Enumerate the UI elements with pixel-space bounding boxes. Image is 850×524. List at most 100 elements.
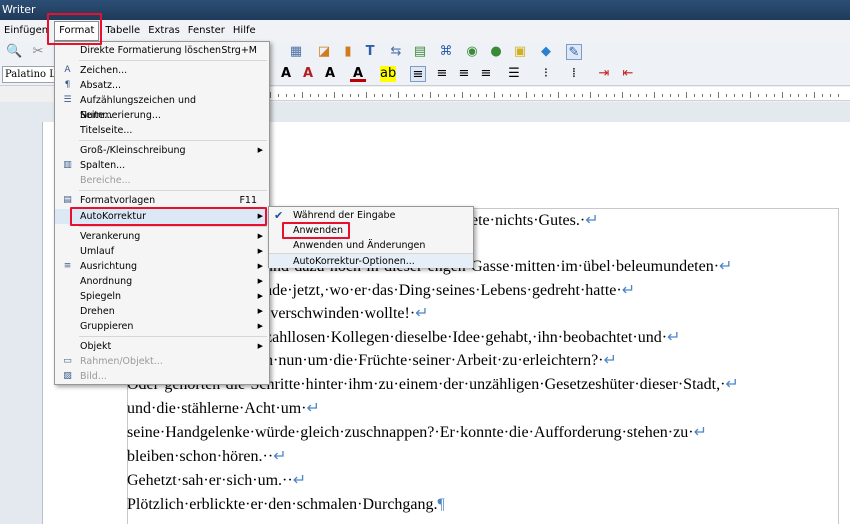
menu-item-label: Umlauf <box>80 246 115 257</box>
ruler-tick <box>510 94 511 97</box>
ruler-tick <box>654 92 655 98</box>
line-break-mark: ↵ <box>719 258 733 275</box>
ruler-tick <box>702 94 703 97</box>
ruler-tick <box>782 92 783 98</box>
format-menu-item[interactable]: A Zeichen... <box>55 63 269 78</box>
highlight-icon[interactable]: ab <box>380 66 396 82</box>
bullet-list-icon[interactable]: ⁝ <box>538 66 554 82</box>
document-line[interactable]: Plötzlich·erblickte·er·den·schmalen·Durc… <box>127 494 445 516</box>
menu-einfuegen[interactable]: Einfügen <box>0 20 52 42</box>
format-menu-item[interactable]: Groß-/Kleinschreibung ▶ <box>55 143 269 158</box>
format-menu-item[interactable]: Gruppieren ▶ <box>55 319 269 334</box>
format-menu-item[interactable]: Direkte Formatierung löschen Strg+M <box>55 43 269 58</box>
grow-font-icon[interactable]: A <box>278 66 294 82</box>
ruler-tick <box>678 94 679 97</box>
submenu-item-label: Während der Eingabe <box>293 210 396 221</box>
format-menu-item[interactable]: ¶ Absatz... <box>55 78 269 93</box>
line-spacing-icon[interactable]: ☰ <box>506 66 522 82</box>
format-menu-item[interactable]: Seite... <box>55 108 269 123</box>
autokorrektur-item[interactable]: ✔ Während der Eingabe <box>269 208 473 223</box>
format-menu-item[interactable]: Spiegeln ▶ <box>55 289 269 304</box>
chart-icon[interactable]: ▮ <box>340 44 356 60</box>
format-menu-item[interactable]: ▭ Rahmen/Objekt... <box>55 354 269 369</box>
ruler-tick <box>694 94 695 97</box>
document-line[interactable]: seine·Handgelenke·würde·gleich·zuschnapp… <box>127 422 707 444</box>
font-name-box[interactable]: Palatino Lin <box>2 66 56 83</box>
format-menu-item[interactable]: ▤ Formatvorlagen F11 <box>55 193 269 208</box>
autokorrektur-item[interactable]: AutoKorrektur-Optionen... <box>269 253 473 268</box>
format-menu-item[interactable]: Anordnung ▶ <box>55 274 269 289</box>
decrease-indent-icon[interactable]: ⇤ <box>620 66 636 82</box>
ruler-tick <box>822 94 823 97</box>
align-left-icon[interactable]: ≡ <box>410 66 426 82</box>
menu-extras[interactable]: Extras <box>144 20 184 42</box>
font-color-icon[interactable]: A <box>350 66 366 82</box>
find-icon[interactable]: 🔍 <box>6 44 22 60</box>
autokorrektur-item[interactable]: Anwenden und Änderungen bearbeiten <box>269 238 473 266</box>
document-line[interactable]: ete·nichts·Gutes.·↵ <box>471 210 599 232</box>
submenu-arrow-icon: ▶ <box>257 322 263 330</box>
ruler-tick <box>718 92 719 98</box>
menu-format[interactable]: Format <box>54 21 100 41</box>
document-line[interactable]: und·die·stählerne·Acht·um·↵ <box>127 398 320 420</box>
format-menu-item[interactable]: Titelseite... <box>55 123 269 138</box>
numbered-list-icon[interactable]: ⁞ <box>566 66 582 82</box>
submenu-item-label: Anwenden <box>293 225 344 236</box>
text-frame-icon[interactable]: T <box>362 44 378 60</box>
menu-separator <box>79 60 267 61</box>
menu-item-label: Spalten... <box>80 160 126 171</box>
navigator-icon[interactable]: ⌘ <box>438 44 454 60</box>
ruler-tick <box>358 94 359 97</box>
format-menu-item[interactable]: Drehen ▶ <box>55 304 269 319</box>
document-line[interactable]: zahllosen·Kollegen·dieselbe·Idee·gehabt,… <box>265 327 680 349</box>
field-icon[interactable]: ⇆ <box>388 44 404 60</box>
shrink-font-icon[interactable]: A <box>300 66 316 82</box>
table-icon[interactable]: ▦ <box>288 44 304 60</box>
submenu-arrow-icon: ▶ <box>257 232 263 240</box>
menu-item-shortcut: F11 <box>239 195 257 206</box>
ruler-tick <box>742 94 743 97</box>
format-menu-item[interactable]: ☰ Aufzählungszeichen und Nummerierung... <box>55 93 269 121</box>
menu-hilfe[interactable]: Hilfe <box>229 20 260 42</box>
autokorrektur-submenu: ✔ Während der Eingabe Anwenden Anwenden und… <box>268 206 474 268</box>
justify-icon[interactable]: ≡ <box>478 66 494 82</box>
menu-fenster[interactable]: Fenster <box>184 20 229 42</box>
paragraph-icon: ¶ <box>64 80 71 90</box>
menu-separator <box>79 140 267 141</box>
document-line[interactable]: ·verschwinden·wollte!·↵ <box>265 303 429 325</box>
document-line[interactable]: Gehetzt·sah·er·sich·um.··↵ <box>127 470 306 492</box>
format-menu-item[interactable]: ≡ Ausrichtung ▶ <box>55 259 269 274</box>
autokorrektur-item[interactable]: Anwenden <box>269 223 473 238</box>
image-icon[interactable]: ◪ <box>316 44 332 60</box>
increase-indent-icon[interactable]: ⇥ <box>596 66 612 82</box>
hyperlink-icon[interactable]: ◉ <box>464 44 480 60</box>
menu-tabelle[interactable]: Tabelle <box>101 20 144 42</box>
gallery-icon[interactable]: ● <box>488 44 504 60</box>
ruler-tick <box>414 94 415 97</box>
shapes-icon[interactable]: ◆ <box>538 44 554 60</box>
cut-icon[interactable]: ✂ <box>30 44 46 60</box>
format-menu-item[interactable]: ▥ Spalten... <box>55 158 269 173</box>
document-line[interactable]: bleiben·schon·hören.··↵ <box>127 446 287 468</box>
ruler-tick <box>438 94 439 97</box>
ruler-tick <box>446 94 447 97</box>
submenu-arrow-icon: ▶ <box>257 342 263 350</box>
draw-icon[interactable]: ✎ <box>566 44 582 60</box>
align-center-icon[interactable]: ≡ <box>434 66 450 82</box>
align-right-icon[interactable]: ≡ <box>456 66 472 82</box>
format-menu-item[interactable]: Umlauf ▶ <box>55 244 269 259</box>
ruler-tick <box>486 94 487 97</box>
shadow-icon[interactable]: A <box>322 66 338 82</box>
ruler-tick <box>462 92 463 98</box>
document-line[interactable]: n·nun·um·die·Früchte·seiner·Arbeit·zu·er… <box>265 350 617 372</box>
format-menu-item[interactable]: ▨ Bild... <box>55 369 269 384</box>
special-char-icon[interactable]: ▤ <box>412 44 428 60</box>
format-menu-item[interactable]: AutoKorrektur ▶ <box>55 209 269 224</box>
horizontal-ruler[interactable] <box>270 87 850 101</box>
format-menu-item[interactable]: Verankerung ▶ <box>55 229 269 244</box>
format-menu-item[interactable]: Bereiche... <box>55 173 269 188</box>
ruler-tick <box>310 94 311 97</box>
document-line[interactable]: ade·jetzt,·wo·er·das·Ding·seines·Lebens·… <box>265 280 635 302</box>
format-menu-item[interactable]: Objekt ▶ <box>55 339 269 354</box>
comment-icon[interactable]: ▣ <box>512 44 528 60</box>
